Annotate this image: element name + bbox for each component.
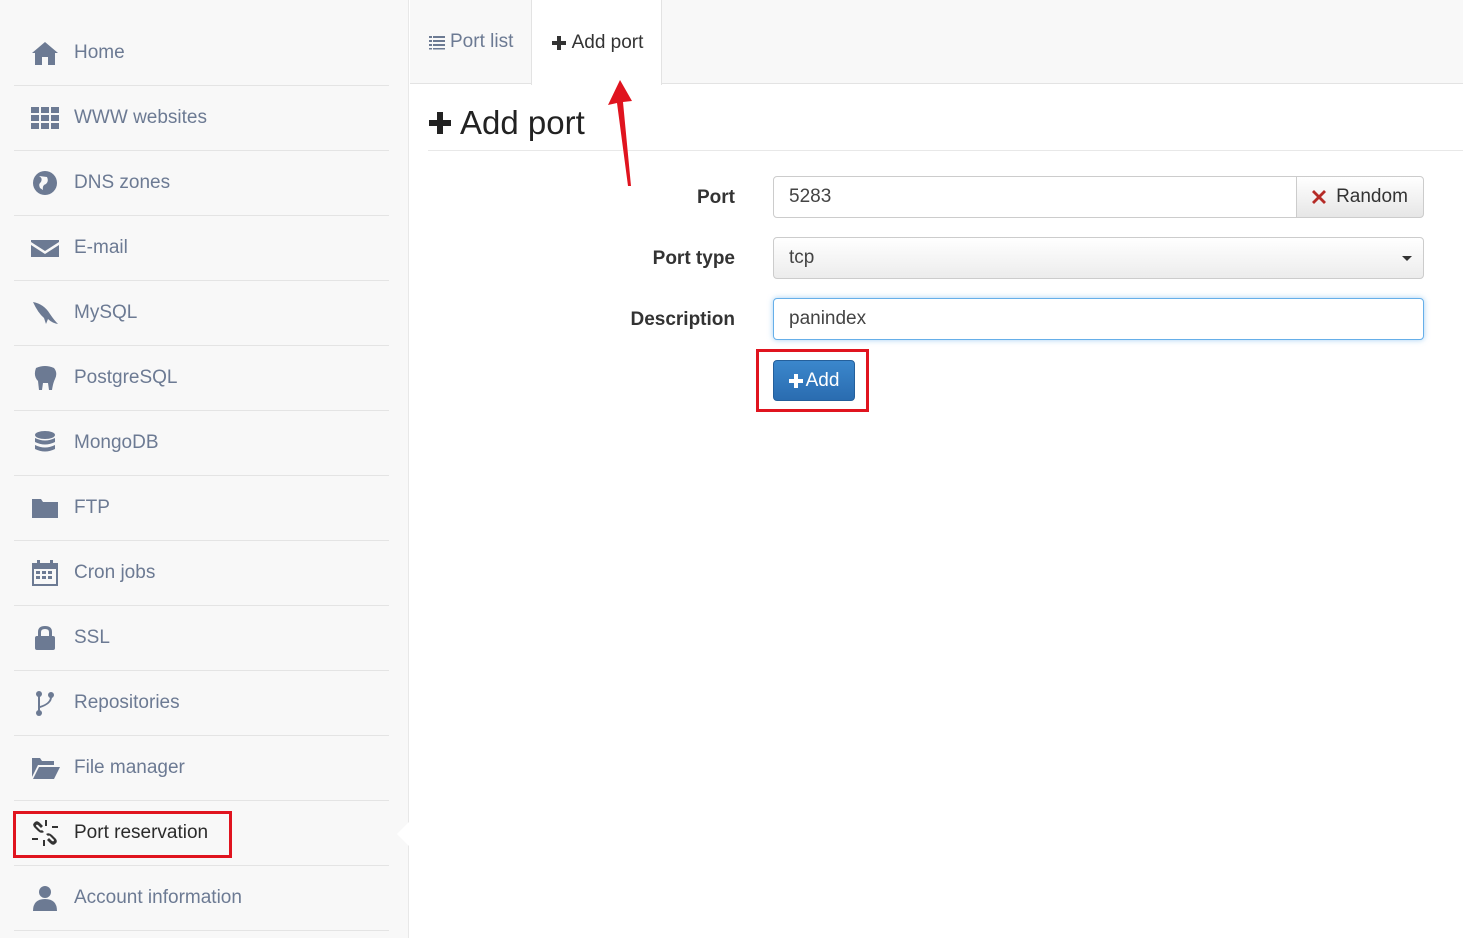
port-type-select[interactable]: tcp bbox=[773, 237, 1424, 279]
sidebar: Home WWW websites DNS zones E-mail MySQL… bbox=[0, 0, 409, 938]
port-value: 5283 bbox=[789, 186, 832, 207]
sidebar-item-label: SSL bbox=[74, 627, 110, 648]
port-label: Port bbox=[697, 187, 735, 208]
sidebar-item-www-websites[interactable]: WWW websites bbox=[14, 86, 389, 151]
elephant-icon bbox=[30, 363, 60, 393]
sidebar-item-label: E-mail bbox=[74, 237, 128, 258]
sidebar-item-label: Cron jobs bbox=[74, 562, 156, 583]
sidebar-item-label: DNS zones bbox=[74, 172, 171, 193]
sidebar-item-label: Repositories bbox=[74, 692, 180, 713]
description-value: panindex bbox=[789, 308, 867, 329]
sidebar-item-dns-zones[interactable]: DNS zones bbox=[14, 151, 389, 216]
port-type-value: tcp bbox=[789, 247, 815, 268]
sidebar-item-label: FTP bbox=[74, 497, 110, 518]
sidebar-item-label: File manager bbox=[74, 757, 185, 778]
port-type-label: Port type bbox=[652, 248, 735, 269]
lock-icon bbox=[30, 623, 60, 653]
envelope-icon bbox=[30, 233, 60, 263]
tab-label: Port list bbox=[450, 31, 514, 52]
tab-port-list[interactable]: Port list bbox=[428, 0, 513, 84]
sidebar-item-label: MongoDB bbox=[74, 432, 159, 453]
database-icon bbox=[30, 428, 60, 458]
user-icon bbox=[30, 883, 60, 913]
sidebar-item-email[interactable]: E-mail bbox=[14, 216, 389, 281]
sidebar-item-label: Home bbox=[74, 42, 125, 63]
calendar-icon bbox=[30, 558, 60, 588]
grid-icon bbox=[30, 103, 60, 133]
globe-icon bbox=[30, 168, 60, 198]
sidebar-item-mysql[interactable]: MySQL bbox=[14, 281, 389, 346]
sidebar-item-account-information[interactable]: Account information bbox=[14, 866, 389, 931]
description-label: Description bbox=[630, 309, 735, 330]
annotation-arrow-icon bbox=[608, 80, 632, 186]
sidebar-item-label: Account information bbox=[74, 887, 242, 908]
dolphin-icon bbox=[30, 298, 60, 328]
home-icon bbox=[30, 38, 60, 68]
sidebar-item-file-manager[interactable]: File manager bbox=[14, 736, 389, 801]
plus-icon bbox=[429, 112, 451, 134]
sidebar-item-home[interactable]: Home bbox=[14, 21, 389, 86]
sidebar-item-mongodb[interactable]: MongoDB bbox=[14, 411, 389, 476]
page-title: Add port bbox=[428, 104, 585, 142]
folder-open-icon bbox=[30, 753, 60, 783]
chevron-down-icon bbox=[1402, 255, 1412, 261]
sidebar-item-cron-jobs[interactable]: Cron jobs bbox=[14, 541, 389, 606]
active-item-pointer bbox=[397, 822, 409, 846]
list-icon bbox=[429, 36, 445, 50]
sidebar-item-repositories[interactable]: Repositories bbox=[14, 671, 389, 736]
page-title-text: Add port bbox=[460, 104, 585, 141]
tab-label: Add port bbox=[571, 31, 644, 53]
tab-bar: Port list Add port bbox=[410, 0, 1463, 85]
plus-icon bbox=[551, 35, 566, 50]
sidebar-item-label: PostgreSQL bbox=[74, 367, 178, 388]
sidebar-item-ftp[interactable]: FTP bbox=[14, 476, 389, 541]
sidebar-item-label: WWW websites bbox=[74, 107, 207, 128]
sidebar-item-label: MySQL bbox=[74, 302, 138, 323]
highlight-port-reservation bbox=[13, 811, 232, 858]
sidebar-item-ssl[interactable]: SSL bbox=[14, 606, 389, 671]
sidebar-item-postgresql[interactable]: PostgreSQL bbox=[14, 346, 389, 411]
description-input[interactable]: panindex bbox=[773, 298, 1424, 340]
branch-icon bbox=[30, 688, 60, 718]
divider bbox=[428, 150, 1463, 151]
folder-icon bbox=[30, 493, 60, 523]
random-label: Random bbox=[1336, 186, 1408, 207]
port-input[interactable]: 5283 bbox=[773, 176, 1297, 218]
close-icon bbox=[1312, 190, 1327, 204]
random-button[interactable]: Random bbox=[1296, 176, 1424, 218]
highlight-add-button bbox=[756, 349, 869, 412]
